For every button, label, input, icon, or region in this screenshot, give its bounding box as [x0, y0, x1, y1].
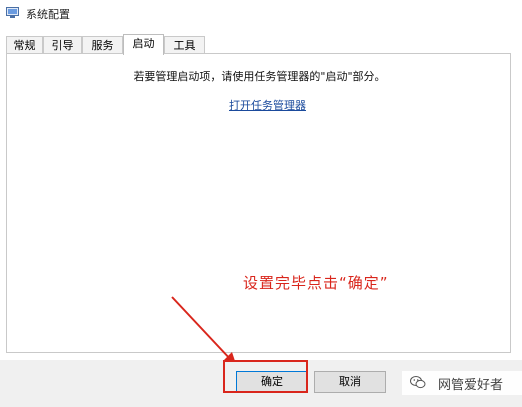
tab-startup[interactable]: 启动: [123, 34, 164, 55]
title-bar: 系统配置: [0, 0, 522, 28]
open-task-manager-link[interactable]: 打开任务管理器: [229, 97, 306, 113]
tab-tools[interactable]: 工具: [164, 36, 205, 53]
watermark: 网管爱好者: [402, 371, 522, 395]
ok-button[interactable]: 确定: [236, 371, 308, 393]
startup-panel: 若要管理启动项，请使用任务管理器的"启动"部分。 打开任务管理器: [6, 53, 511, 353]
system-config-icon: [6, 7, 19, 18]
tab-services[interactable]: 服务: [82, 36, 123, 53]
tab-strip: 常规 引导 服务 启动 工具: [6, 34, 511, 55]
tab-boot[interactable]: 引导: [43, 36, 82, 53]
tab-general[interactable]: 常规: [6, 36, 43, 53]
wechat-icon: [410, 376, 426, 389]
watermark-text: 网管爱好者: [438, 378, 504, 393]
window-title: 系统配置: [26, 8, 70, 21]
startup-info-text: 若要管理启动项，请使用任务管理器的"启动"部分。: [133, 70, 386, 83]
cancel-button[interactable]: 取消: [314, 371, 386, 393]
annotation-text: 设置完毕点击“确定”: [243, 274, 389, 292]
